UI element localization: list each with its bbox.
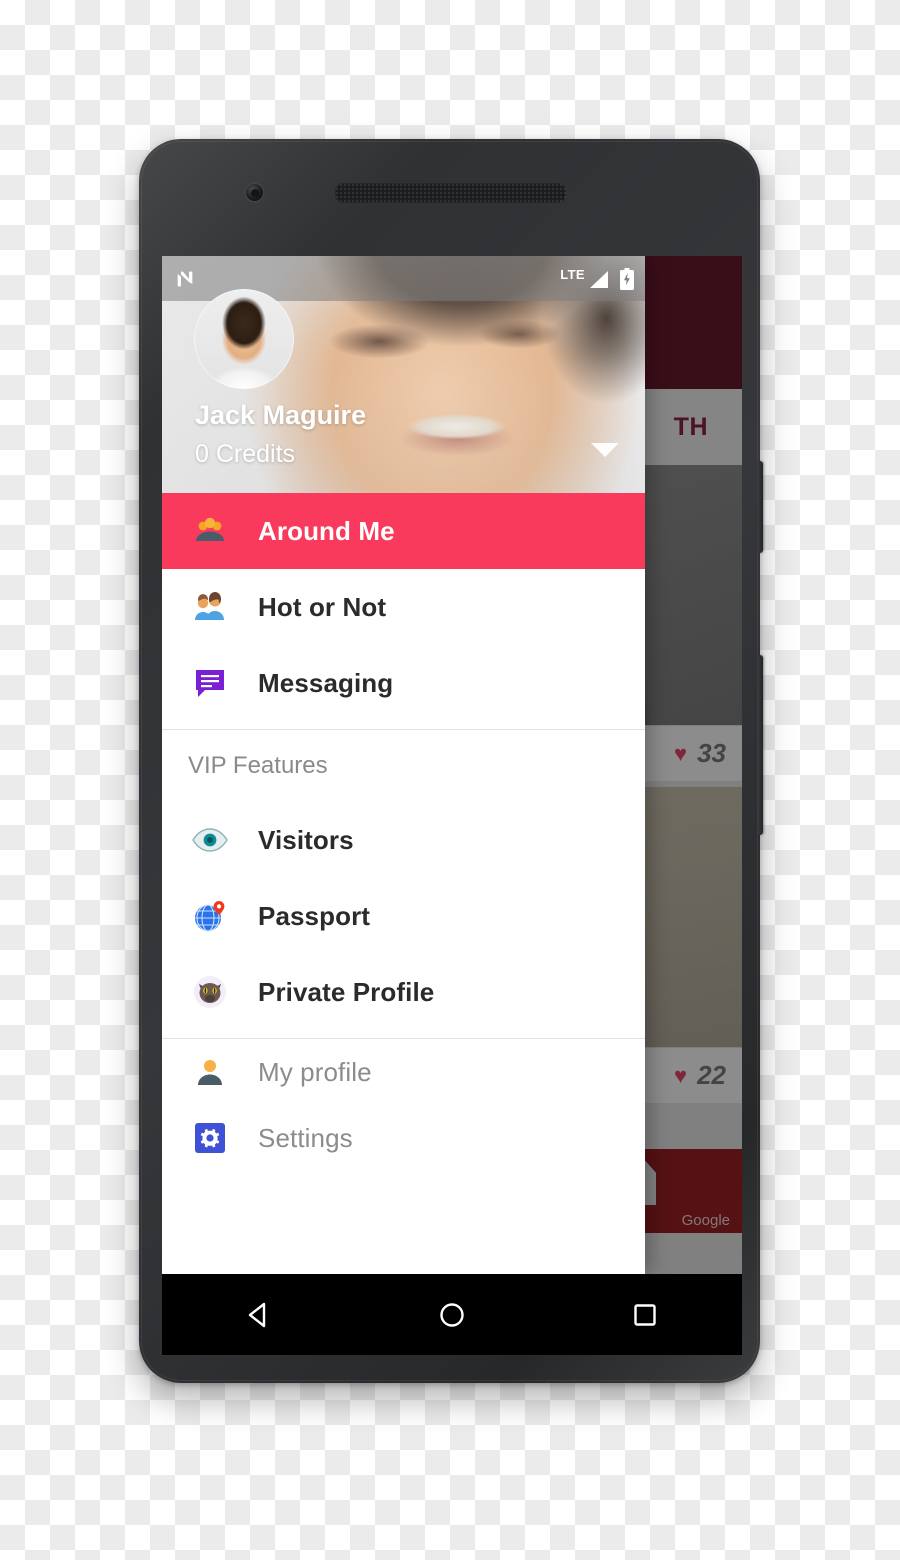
eye-icon (188, 818, 232, 862)
back-triangle-icon[interactable] (232, 1288, 286, 1342)
cat-face-icon (188, 970, 232, 1014)
home-circle-icon[interactable] (425, 1288, 479, 1342)
sidebar-item-my-profile[interactable]: My profile (162, 1039, 645, 1105)
sidebar-item-label: Around Me (258, 515, 395, 546)
speech-bubble-icon (188, 661, 232, 705)
account-credits: 0 Credits (195, 440, 296, 468)
account-name: Jack Maguire (195, 400, 367, 430)
two-people-icon (188, 585, 232, 629)
globe-pin-icon (188, 894, 232, 938)
sidebar-item-settings[interactable]: Settings (162, 1105, 645, 1171)
avatar[interactable] (194, 289, 294, 389)
vip-section-label: VIP Features (188, 752, 328, 779)
chevron-down-icon[interactable] (591, 443, 619, 457)
front-camera-icon (246, 184, 263, 201)
gear-icon (188, 1116, 232, 1160)
drawer-header[interactable]: LTE Jack Maguire 0 Credits (162, 256, 645, 493)
volume-rocker[interactable] (757, 655, 763, 835)
sidebar-item-label: Visitors (258, 824, 354, 855)
drawer-menu-list: Around Me Hot or Not Messaging VIP Featu… (162, 493, 645, 1171)
phone-frame: TH ♥ 33 ♥ 22 Google LTE Jack Maguire 0 C… (139, 139, 763, 1383)
sidebar-item-label: My profile (258, 1056, 372, 1087)
sidebar-item-hot-or-not[interactable]: Hot or Not (162, 569, 645, 645)
canvas: TH ♥ 33 ♥ 22 Google LTE Jack Maguire 0 C… (0, 0, 900, 1560)
sidebar-item-label: Hot or Not (258, 591, 387, 622)
android-n-logo-icon (177, 271, 193, 286)
phone-screen: TH ♥ 33 ♥ 22 Google LTE Jack Maguire 0 C… (162, 256, 742, 1274)
power-button[interactable] (757, 461, 763, 553)
sidebar-item-messaging[interactable]: Messaging (162, 645, 645, 721)
network-type-label: LTE (560, 267, 585, 282)
sidebar-item-private-profile[interactable]: Private Profile (162, 954, 645, 1030)
recents-square-icon[interactable] (618, 1288, 672, 1342)
people-group-icon (188, 509, 232, 553)
camera-lens (250, 188, 259, 197)
sidebar-item-label: Private Profile (258, 976, 435, 1007)
sidebar-item-visitors[interactable]: Visitors (162, 802, 645, 878)
sidebar-item-label: Settings (258, 1122, 353, 1153)
navigation-drawer: LTE Jack Maguire 0 Credits Around Me Hot… (162, 256, 645, 1274)
sidebar-item-around-me[interactable]: Around Me (162, 493, 645, 569)
person-bust-icon (188, 1050, 232, 1094)
android-navigation-bar (162, 1274, 742, 1355)
sidebar-item-passport[interactable]: Passport (162, 878, 645, 954)
sidebar-item-label: Messaging (258, 667, 394, 698)
earpiece-speaker-icon (335, 183, 566, 203)
sidebar-item-label: Passport (258, 900, 371, 931)
battery-charging-icon (620, 267, 634, 290)
signal-bars-icon (590, 270, 608, 288)
